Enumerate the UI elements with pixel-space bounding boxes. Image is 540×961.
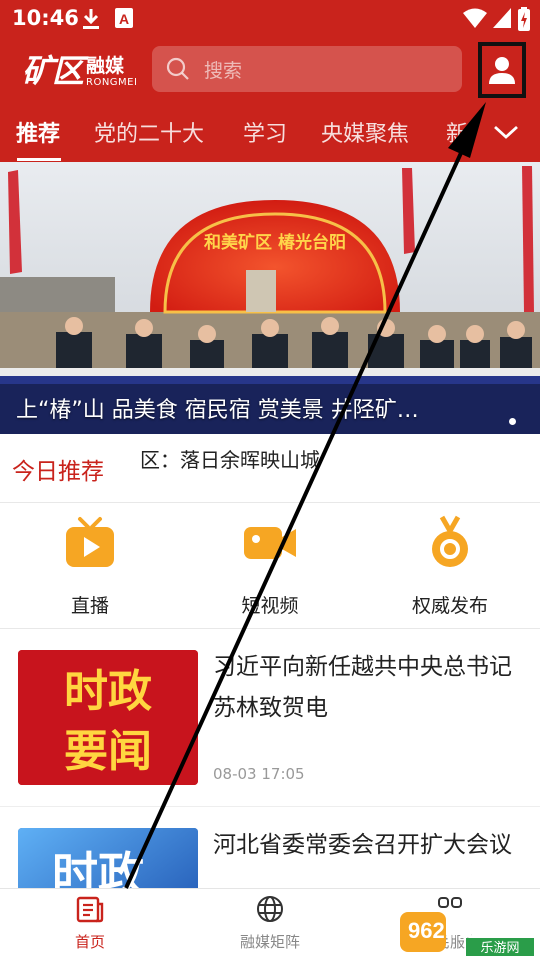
tab-new[interactable]: 新 [446, 116, 468, 148]
thumb-text-line1: 时政 [52, 847, 144, 889]
app-notification-icon: A [115, 8, 133, 28]
carousel-indicator [503, 410, 516, 429]
tabs-expand-button[interactable] [472, 102, 540, 162]
app-header: 矿区 融媒 RONGMEI 搜索 [0, 38, 540, 102]
nav-home[interactable]: 首页 [30, 895, 150, 952]
news-time: 08-03 17:05 [213, 765, 305, 783]
channel-tabs: 推荐 党的二十大 学习 央媒聚焦 新 [0, 102, 540, 162]
news-item[interactable]: 时政 河北省委常委会召开扩大会议 [0, 807, 540, 889]
banner-caption: 上“椿”山 品美食 宿民宿 赏美景 井陉矿… [16, 398, 419, 423]
quick-link-official[interactable]: 权威发布 [380, 515, 520, 618]
watermark-logo: 962.NET 乐游网 [400, 912, 534, 956]
medal-icon [432, 515, 468, 567]
tv-icon [66, 517, 114, 567]
news-title: 河北省委常委会召开扩大会议 [213, 832, 512, 858]
video-camera-icon [244, 527, 296, 559]
active-tab-indicator [17, 158, 61, 161]
news-thumbnail-art: 时政 要闻 [18, 650, 198, 785]
home-news-icon [76, 896, 104, 923]
site-watermark: 962.NET 乐游网 [400, 910, 535, 956]
quick-link-short-video[interactable]: 短视频 [200, 515, 340, 618]
svg-text:A: A [119, 11, 129, 27]
tab-twentieth-congress[interactable]: 党的二十大 [94, 116, 204, 148]
nav-media-matrix-label: 融媒矩阵 [239, 933, 300, 951]
news-title: 习近平向新任越共中央总书记苏林致贺电 [213, 654, 512, 721]
quick-link-live-label: 直播 [70, 595, 109, 617]
quick-link-live[interactable]: 直播 [20, 515, 160, 618]
status-time: 10:46 [12, 6, 79, 30]
news-thumbnail: 时政 [18, 828, 198, 889]
nav-media-matrix[interactable]: 融媒矩阵 [210, 895, 330, 952]
news-item[interactable]: 时政 要闻 习近平向新任越共中央总书记苏林致贺电 08-03 17:05 [0, 629, 540, 807]
user-icon [489, 57, 515, 84]
app-logo: 矿区 融媒 RONGMEI [22, 46, 142, 94]
search-bar[interactable]: 搜索 [152, 46, 462, 92]
quick-link-official-label: 权威发布 [411, 595, 488, 617]
chevron-down-icon [494, 125, 518, 139]
signal-icon [493, 8, 511, 28]
today-recommend-bar[interactable]: 今日推荐 区：落日余晖映山城 [0, 434, 540, 503]
logo-subtitle: RONGMEI [86, 77, 138, 88]
news-thumbnail: 时政 要闻 [18, 650, 198, 785]
nav-home-label: 首页 [74, 933, 105, 951]
tab-recommend[interactable]: 推荐 [16, 116, 60, 148]
download-icon [83, 9, 99, 29]
globe-icon [257, 896, 283, 922]
tab-study[interactable]: 学习 [243, 116, 287, 148]
watermark-sub: 乐游网 [480, 941, 519, 956]
quick-link-short-video-label: 短视频 [241, 595, 299, 617]
thumb-text-line1: 时政 [64, 666, 152, 717]
thumb-text-line2: 要闻 [64, 726, 152, 777]
today-recommend-label: 今日推荐 [12, 459, 104, 485]
tab-central-media[interactable]: 央媒聚焦 [321, 116, 409, 148]
carousel-dot [509, 418, 516, 425]
logo-mark: 矿区 [22, 52, 84, 90]
search-placeholder: 搜索 [204, 60, 243, 82]
news-thumbnail-art: 时政 [18, 828, 198, 889]
today-recommend-text[interactable]: 区：落日余晖映山城 [140, 444, 320, 473]
wifi-icon [463, 8, 487, 28]
logo-title: 融媒 [86, 55, 125, 77]
profile-button[interactable] [478, 42, 526, 98]
search-icon [166, 57, 189, 80]
status-bar: 10:46 A [0, 0, 540, 38]
battery-icon [518, 7, 530, 31]
banner-arch-text: 和美矿区 椿光台阳 [204, 232, 346, 253]
quick-links: 直播 短视频 权威发布 [0, 503, 540, 629]
banner-carousel[interactable]: 和美矿区 椿光台阳 上“椿”山 品美食 宿民宿 赏美景 井陉矿… [0, 162, 540, 434]
